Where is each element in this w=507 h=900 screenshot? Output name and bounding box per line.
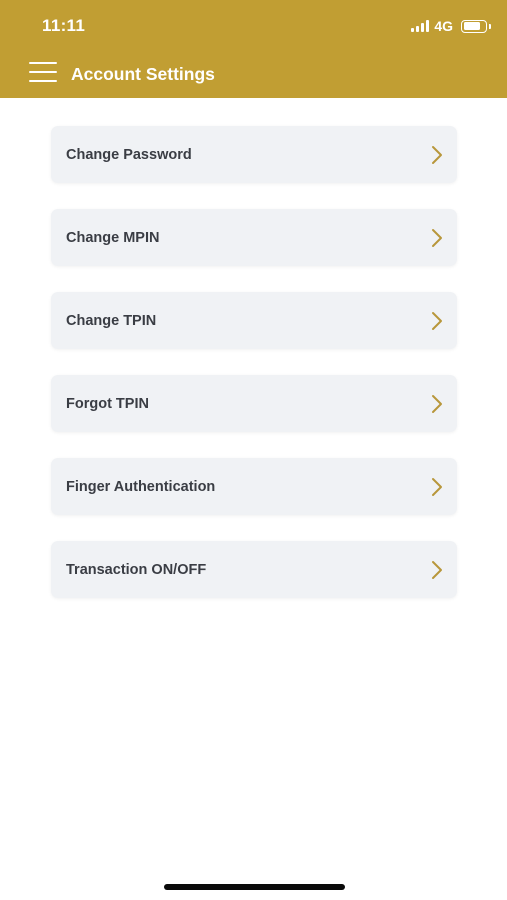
app-header: 11:11 4G Account Settings (0, 0, 507, 98)
battery-tip (488, 23, 491, 29)
settings-item-label: Transaction ON/OFF (66, 561, 207, 578)
settings-item-label: Change MPIN (66, 229, 160, 246)
settings-item-label: Finger Authentication (66, 478, 216, 495)
settings-item-finger-authentication[interactable]: Finger Authentication (51, 458, 457, 515)
chevron-right-icon (432, 145, 442, 164)
settings-list: Change Password Change MPIN Change TPIN … (51, 126, 457, 624)
battery-icon (461, 19, 491, 33)
battery-fill (463, 22, 480, 30)
settings-item-change-tpin[interactable]: Change TPIN (51, 292, 457, 349)
settings-item-label: Change Password (66, 146, 192, 163)
settings-item-transaction-toggle[interactable]: Transaction ON/OFF (51, 541, 457, 598)
home-indicator[interactable] (164, 884, 345, 890)
hamburger-menu-icon[interactable] (29, 62, 57, 82)
chevron-right-icon (432, 477, 442, 496)
settings-item-change-password[interactable]: Change Password (51, 126, 457, 183)
network-type: 4G (434, 18, 453, 34)
status-time: 11:11 (42, 16, 86, 35)
settings-item-change-mpin[interactable]: Change MPIN (51, 209, 457, 266)
settings-item-label: Change TPIN (66, 312, 157, 329)
settings-item-label: Forgot TPIN (66, 395, 149, 412)
page-title: Account Settings (71, 64, 215, 84)
chevron-right-icon (432, 394, 442, 413)
cellular-signal-icon (411, 20, 430, 32)
chevron-right-icon (432, 311, 442, 330)
chevron-right-icon (432, 228, 442, 247)
chevron-right-icon (432, 560, 442, 579)
settings-item-forgot-tpin[interactable]: Forgot TPIN (51, 375, 457, 432)
status-indicators: 4G (411, 17, 491, 35)
